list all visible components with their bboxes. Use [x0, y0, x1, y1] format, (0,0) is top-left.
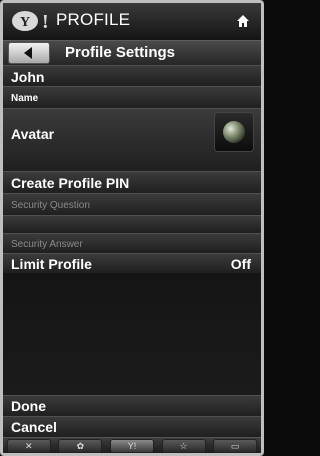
sub-header: Profile Settings [3, 40, 261, 65]
limit-profile-value: Off [230, 256, 251, 272]
limit-profile-row[interactable]: Limit Profile Off [3, 253, 261, 273]
home-icon[interactable] [237, 15, 249, 27]
page-title: PROFILE [56, 10, 131, 29]
close-icon[interactable]: ✕ [7, 440, 50, 452]
create-pin-row[interactable]: Create Profile PIN [3, 171, 261, 193]
yahoo-icon[interactable]: Y! [110, 440, 153, 452]
name-value: John [11, 69, 45, 85]
empty-area [3, 273, 261, 395]
avatar-globe-icon[interactable] [215, 113, 253, 151]
name-label: Name [11, 93, 39, 104]
bottom-toolbar: ✕ ✿ Y! ☆ ▭ [3, 437, 261, 453]
svg-text:Y: Y [20, 15, 30, 30]
back-button[interactable] [9, 43, 49, 63]
security-answer-label: Security Answer [11, 239, 83, 250]
create-pin-label: Create Profile PIN [11, 175, 130, 191]
section-title: Profile Settings [65, 44, 176, 61]
security-question-row[interactable]: Security Question [3, 193, 261, 215]
limit-profile-label: Limit Profile [11, 256, 92, 272]
done-label: Done [11, 398, 46, 414]
svg-text:!: ! [42, 11, 49, 32]
title-bar: Y ! PROFILE [3, 3, 261, 39]
security-question-label: Security Question [11, 200, 90, 211]
cancel-button[interactable]: Cancel [3, 416, 261, 437]
settings-icon[interactable]: ✿ [59, 440, 102, 452]
cancel-label: Cancel [11, 419, 57, 435]
security-question-field[interactable] [3, 215, 261, 233]
name-field[interactable]: John [3, 65, 261, 86]
yahoo-logo-icon: Y ! [12, 11, 49, 32]
avatar-label: Avatar [11, 126, 55, 142]
security-answer-row[interactable]: Security Answer [3, 233, 261, 253]
screen-icon[interactable]: ▭ [214, 440, 257, 452]
done-button[interactable]: Done [3, 395, 261, 416]
app-frame: Y ! PROFILE Profile Settings John Name A… [0, 0, 264, 456]
avatar-row[interactable]: Avatar [3, 108, 261, 171]
star-icon[interactable]: ☆ [162, 440, 205, 452]
name-label-row: Name [3, 86, 261, 108]
